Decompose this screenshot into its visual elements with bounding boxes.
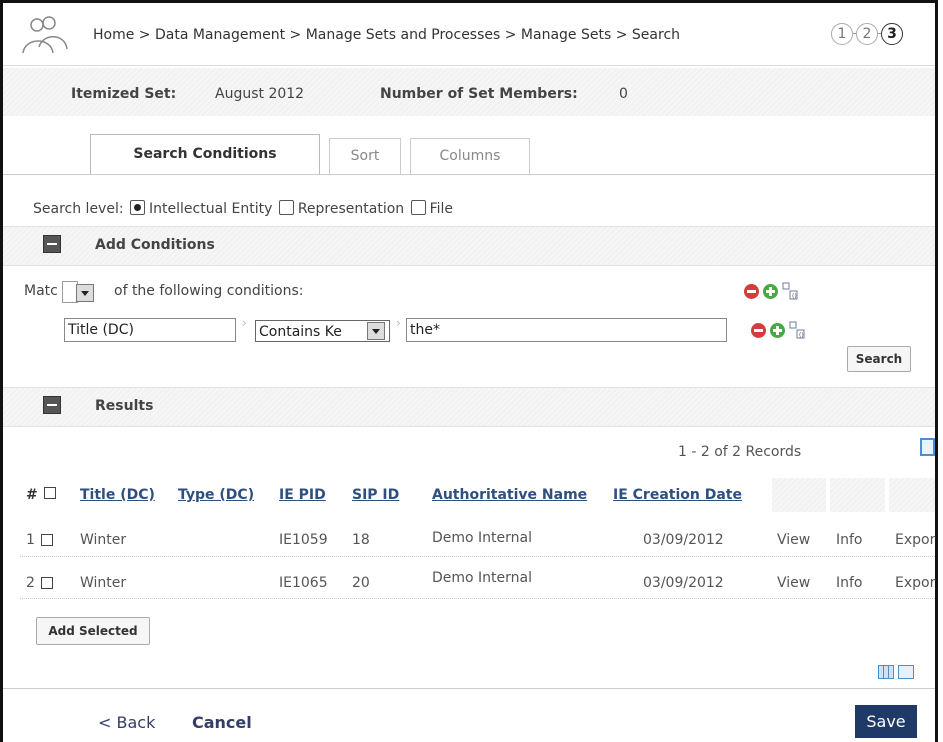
step-2[interactable]: 2 xyxy=(856,23,878,45)
column-title-dc[interactable]: Title (DC) xyxy=(80,480,155,512)
cancel-link[interactable]: Cancel xyxy=(192,713,252,732)
cell-ie-pid: IE1059 xyxy=(279,532,328,548)
remove-group-icon[interactable] xyxy=(744,284,759,299)
tab-sort[interactable]: Sort xyxy=(329,138,401,174)
info-link[interactable]: Info xyxy=(836,532,863,548)
condition-field[interactable]: Title (DC) xyxy=(64,318,236,342)
cell-ie-pid: IE1065 xyxy=(279,575,328,591)
breadcrumb: Home > Data Management > Manage Sets and… xyxy=(93,27,681,43)
tab-search-conditions[interactable]: Search Conditions xyxy=(90,134,320,175)
match-dropdown-arrow[interactable] xyxy=(76,284,94,302)
records-count: 1 - 2 of 2 Records xyxy=(678,444,802,460)
row-checkbox[interactable] xyxy=(41,577,53,589)
column-type-dc[interactable]: Type (DC) xyxy=(178,480,254,512)
select-all-checkbox[interactable] xyxy=(44,487,56,499)
cell-sip-id: 18 xyxy=(352,532,370,548)
cell-auth-name: Demo Internal xyxy=(432,570,533,586)
separator-2: › xyxy=(396,316,401,330)
separator-1: › xyxy=(242,316,247,330)
column-ie-pid[interactable]: IE PID xyxy=(279,480,326,512)
row-number: 2 xyxy=(26,575,35,591)
view-link[interactable]: View xyxy=(777,575,810,591)
operator-dropdown-arrow[interactable] xyxy=(367,322,385,340)
table-view-icon[interactable] xyxy=(878,665,894,679)
row-checkbox[interactable] xyxy=(41,534,53,546)
column-ie-creation-date[interactable]: IE Creation Date xyxy=(613,480,742,512)
row-divider xyxy=(20,556,935,557)
radio-label-intellectual-entity: Intellectual Entity xyxy=(149,201,273,217)
add-group-icon[interactable]: () xyxy=(782,282,798,300)
add-subgroup-icon[interactable]: () xyxy=(789,321,805,339)
step-1[interactable]: 1 xyxy=(831,23,853,45)
footer-divider xyxy=(3,688,935,689)
itemized-set-label: Itemized Set: xyxy=(71,86,177,102)
svg-text:(): () xyxy=(792,293,797,300)
add-condition-icon[interactable] xyxy=(763,284,778,299)
search-level: Search level: Intellectual Entity Repres… xyxy=(33,200,453,217)
collapse-results-button[interactable] xyxy=(43,396,61,414)
itemized-set-value: August 2012 xyxy=(215,86,305,102)
view-link[interactable]: View xyxy=(777,532,810,548)
cell-auth-name: Demo Internal xyxy=(432,530,533,546)
row-divider xyxy=(20,598,935,599)
set-members-value: 0 xyxy=(619,86,628,102)
export-link[interactable]: Expor xyxy=(895,575,935,591)
back-link[interactable]: < Back xyxy=(98,713,155,732)
tab-underline xyxy=(3,174,935,175)
search-button[interactable]: Search xyxy=(847,346,911,372)
radio-label-representation: Representation xyxy=(297,201,405,217)
column-sip-id[interactable]: SIP ID xyxy=(352,480,399,512)
cell-date: 03/09/2012 xyxy=(643,532,724,548)
cell-title: Winter xyxy=(80,575,127,591)
export-excel-icon[interactable] xyxy=(920,438,935,456)
add-condition-row-icon[interactable] xyxy=(770,323,785,338)
collapse-add-conditions-button[interactable] xyxy=(43,235,61,253)
svg-text:(): () xyxy=(799,332,804,339)
row-number: 1 xyxy=(26,532,35,548)
info-link[interactable]: Info xyxy=(836,575,863,591)
users-logo-icon xyxy=(22,16,68,54)
radio-representation[interactable] xyxy=(278,200,294,215)
results-title: Results xyxy=(95,398,154,414)
radio-label-file: File xyxy=(429,201,454,217)
tab-columns[interactable]: Columns xyxy=(410,138,530,174)
wizard-steps: 123 xyxy=(831,23,903,45)
step-3[interactable]: 3 xyxy=(881,23,903,45)
cell-date: 03/09/2012 xyxy=(643,575,724,591)
save-button[interactable]: Save xyxy=(855,705,917,738)
header: Home > Data Management > Manage Sets and… xyxy=(3,3,935,66)
search-level-label: Search level: xyxy=(33,201,124,217)
gallery-view-icon[interactable] xyxy=(898,665,914,679)
header-cell-export xyxy=(889,478,935,512)
header-cell-info xyxy=(830,478,885,512)
cell-sip-id: 20 xyxy=(352,575,370,591)
radio-file[interactable] xyxy=(410,200,426,215)
add-selected-button[interactable]: Add Selected xyxy=(36,617,150,645)
export-link[interactable]: Expor xyxy=(895,532,935,548)
results-bar: Results xyxy=(3,387,935,427)
match-prefix: Matc xyxy=(24,283,58,299)
remove-condition-icon[interactable] xyxy=(751,323,766,338)
header-cell-view xyxy=(772,478,826,512)
radio-intellectual-entity[interactable] xyxy=(130,200,146,215)
add-conditions-title: Add Conditions xyxy=(95,237,215,253)
condition-value-input[interactable]: the* xyxy=(406,318,727,342)
match-suffix: of the following conditions: xyxy=(114,283,304,299)
set-members-label: Number of Set Members: xyxy=(380,86,578,102)
column-authoritative-name[interactable]: Authoritative Name xyxy=(432,480,587,512)
cell-title: Winter xyxy=(80,532,127,548)
column-number: # xyxy=(26,487,38,503)
add-conditions-bar: Add Conditions xyxy=(3,226,935,266)
set-info-bar: Itemized Set: August 2012 Number of Set … xyxy=(3,68,935,116)
